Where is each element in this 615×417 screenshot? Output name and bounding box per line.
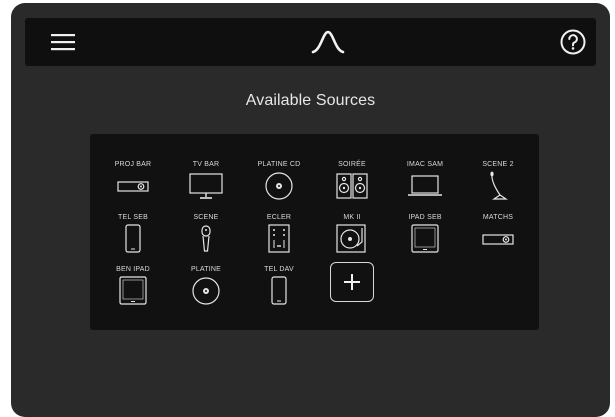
arch-logo-icon — [311, 30, 345, 54]
source-item[interactable]: MATCHS — [463, 214, 533, 262]
projector-icon — [113, 171, 153, 201]
source-item[interactable]: TEL DAV — [244, 266, 314, 314]
hamburger-menu-icon[interactable] — [51, 33, 75, 51]
disc-icon — [259, 171, 299, 201]
source-item[interactable]: PLATINE — [171, 266, 241, 314]
source-item[interactable]: ECLER — [244, 214, 314, 262]
add-source-button[interactable] — [330, 262, 374, 302]
source-item[interactable]: MK II — [317, 214, 387, 262]
phone-icon — [113, 224, 153, 254]
laptop-icon — [405, 171, 445, 201]
device-screen: Available Sources PROJ BAR TV BAR PLATINE … — [11, 3, 610, 417]
tv-icon — [186, 171, 226, 201]
tablet-icon — [405, 224, 445, 254]
source-label: BEN IPAD — [116, 266, 150, 273]
source-item[interactable]: IPAD SEB — [390, 214, 460, 262]
mixer-icon — [259, 224, 299, 254]
question-circle-icon[interactable] — [560, 29, 586, 55]
source-item[interactable]: PLATINE CD — [244, 161, 314, 209]
source-item[interactable]: BEN IPAD — [98, 266, 168, 314]
phone-icon — [259, 276, 299, 306]
source-item[interactable]: TEL SEB — [98, 214, 168, 262]
page-title: Available Sources — [245, 92, 376, 109]
source-label: PLATINE — [190, 266, 222, 273]
source-label: SCENE 2 — [482, 161, 514, 168]
tablet-icon — [113, 276, 153, 306]
top-bar — [25, 18, 596, 66]
source-item[interactable]: SOIRÉE — [317, 161, 387, 209]
source-label: MATCHS — [482, 214, 514, 221]
disc-icon — [186, 276, 226, 306]
speaker-pair-icon — [332, 171, 372, 201]
projector-icon — [478, 224, 518, 254]
source-label: PROJ BAR — [114, 161, 152, 168]
source-item[interactable]: SCENE 2 — [463, 161, 533, 209]
source-label: TV BAR — [192, 161, 220, 168]
source-label: TEL DAV — [264, 266, 294, 273]
source-label: SCENE — [193, 214, 219, 221]
plus-icon — [344, 274, 360, 290]
source-label: PLATINE CD — [257, 161, 301, 168]
source-item[interactable]: TV BAR — [171, 161, 241, 209]
gooseneck-mic-icon — [478, 171, 518, 201]
source-label: MK II — [343, 214, 361, 221]
source-item[interactable]: IMAC SAM — [390, 161, 460, 209]
source-label: SOIRÉE — [338, 161, 366, 168]
microphone-icon — [186, 224, 226, 254]
source-label: IMAC SAM — [406, 161, 444, 168]
source-item[interactable]: PROJ BAR — [98, 161, 168, 209]
source-item[interactable]: SCENE — [171, 214, 241, 262]
source-label: ECLER — [266, 214, 292, 221]
source-label: IPAD SEB — [408, 214, 442, 221]
turntable-icon — [332, 224, 372, 254]
sources-panel: PROJ BAR TV BAR PLATINE CD SOIRÉE IMAC SAM SC… — [90, 134, 539, 330]
source-label: TEL SEB — [118, 214, 148, 221]
